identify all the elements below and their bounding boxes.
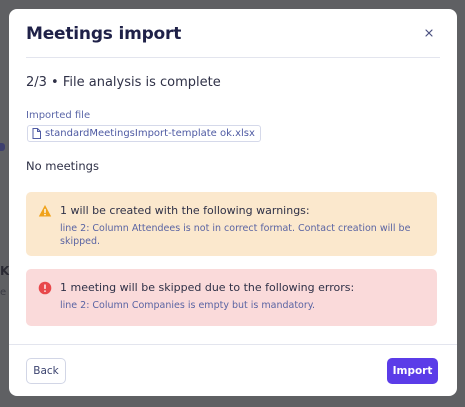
close-button[interactable] — [422, 26, 436, 40]
error-alert-title: 1 meeting will be skipped due to the fol… — [60, 281, 355, 294]
import-button[interactable]: Import — [387, 358, 438, 384]
warning-alert-title: 1 will be created with the following war… — [60, 204, 310, 217]
background-text-fragment: K — [0, 264, 10, 278]
close-icon — [425, 29, 433, 37]
imported-file-name: standardMeetingsImport-template ok.xlsx — [45, 128, 255, 139]
modal-header: Meetings import — [26, 9, 440, 58]
error-alert: 1 meeting will be skipped due to the fol… — [26, 269, 437, 326]
file-icon — [32, 128, 41, 139]
modal-footer: Back Import — [9, 344, 457, 396]
warning-triangle-icon — [38, 205, 52, 217]
back-button[interactable]: Back — [26, 358, 66, 384]
warning-alert: 1 will be created with the following war… — [26, 192, 437, 256]
modal-title: Meetings import — [26, 24, 182, 44]
no-meetings-text: No meetings — [26, 159, 99, 173]
background-text-fragment: e — [0, 287, 7, 298]
imported-file-chip[interactable]: standardMeetingsImport-template ok.xlsx — [27, 125, 261, 142]
step-status-text: 2/3 • File analysis is complete — [26, 75, 221, 90]
meetings-import-modal: Meetings import 2/3 • File analysis is c… — [9, 9, 457, 396]
background-nav-marker — [0, 143, 5, 151]
warning-alert-body: line 2: Column Attendees is not in corre… — [60, 223, 411, 247]
error-alert-body: line 2: Column Companies is empty but is… — [60, 300, 316, 311]
imported-file-label: Imported file — [26, 110, 91, 121]
error-circle-icon — [38, 281, 52, 295]
